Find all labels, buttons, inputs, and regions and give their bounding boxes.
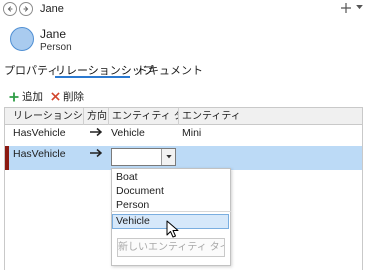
dropdown-option-person[interactable]: Person xyxy=(116,199,149,211)
cell-direction xyxy=(89,127,103,137)
row-edit-marker xyxy=(5,146,9,170)
combobox-dropdown-button[interactable] xyxy=(161,149,175,165)
chevron-down-icon xyxy=(165,155,172,159)
mouse-pointer-icon xyxy=(166,220,179,238)
tab-properties[interactable]: プロパティ xyxy=(4,62,58,78)
dropdown-option-boat[interactable]: Boat xyxy=(116,171,138,183)
menu-dropdown-button[interactable] xyxy=(355,3,364,12)
add-label: 追加 xyxy=(22,91,43,103)
new-entity-type-button[interactable]: 新しいエンティティ タイプ xyxy=(117,238,225,257)
plus-icon xyxy=(341,3,351,13)
cell-relationship: HasVehicle xyxy=(13,127,66,139)
delete-x-icon xyxy=(50,92,60,102)
add-button[interactable]: 追加 xyxy=(9,89,43,104)
forward-arrow-icon xyxy=(23,6,29,12)
column-header-relationship[interactable]: リレーションシップ xyxy=(10,108,84,125)
forward-button[interactable] xyxy=(19,2,33,16)
dropdown-divider xyxy=(111,211,231,212)
column-header-entity[interactable]: エンティティ xyxy=(179,108,239,125)
tab-documents[interactable]: ドキュメント xyxy=(137,62,203,78)
back-button[interactable] xyxy=(3,2,17,16)
delete-button[interactable]: 削除 xyxy=(50,89,84,104)
plus-icon xyxy=(9,92,19,102)
delete-label: 削除 xyxy=(63,91,84,103)
cell-direction xyxy=(89,148,103,158)
dropdown-option-vehicle[interactable]: Vehicle xyxy=(116,215,150,227)
back-arrow-icon xyxy=(7,6,13,12)
tab-selected-indicator xyxy=(55,76,130,78)
new-button[interactable] xyxy=(339,0,353,16)
column-header-direction[interactable]: 方向 xyxy=(84,108,109,125)
cell-relationship: HasVehicle xyxy=(13,148,66,160)
column-header-entity-type[interactable]: エンティティ タイプ xyxy=(109,108,179,125)
direction-arrow-icon xyxy=(89,127,103,137)
entity-name: Jane xyxy=(40,27,67,41)
entity-type: Person xyxy=(40,42,72,53)
cell-entity: Mini xyxy=(182,127,202,139)
dropdown-option-document[interactable]: Document xyxy=(116,185,164,197)
window-title: Jane xyxy=(40,3,64,15)
chevron-down-icon xyxy=(356,5,363,10)
avatar xyxy=(10,27,34,51)
cell-entity-type: Vehicle xyxy=(111,127,145,139)
direction-arrow-icon xyxy=(89,148,103,158)
